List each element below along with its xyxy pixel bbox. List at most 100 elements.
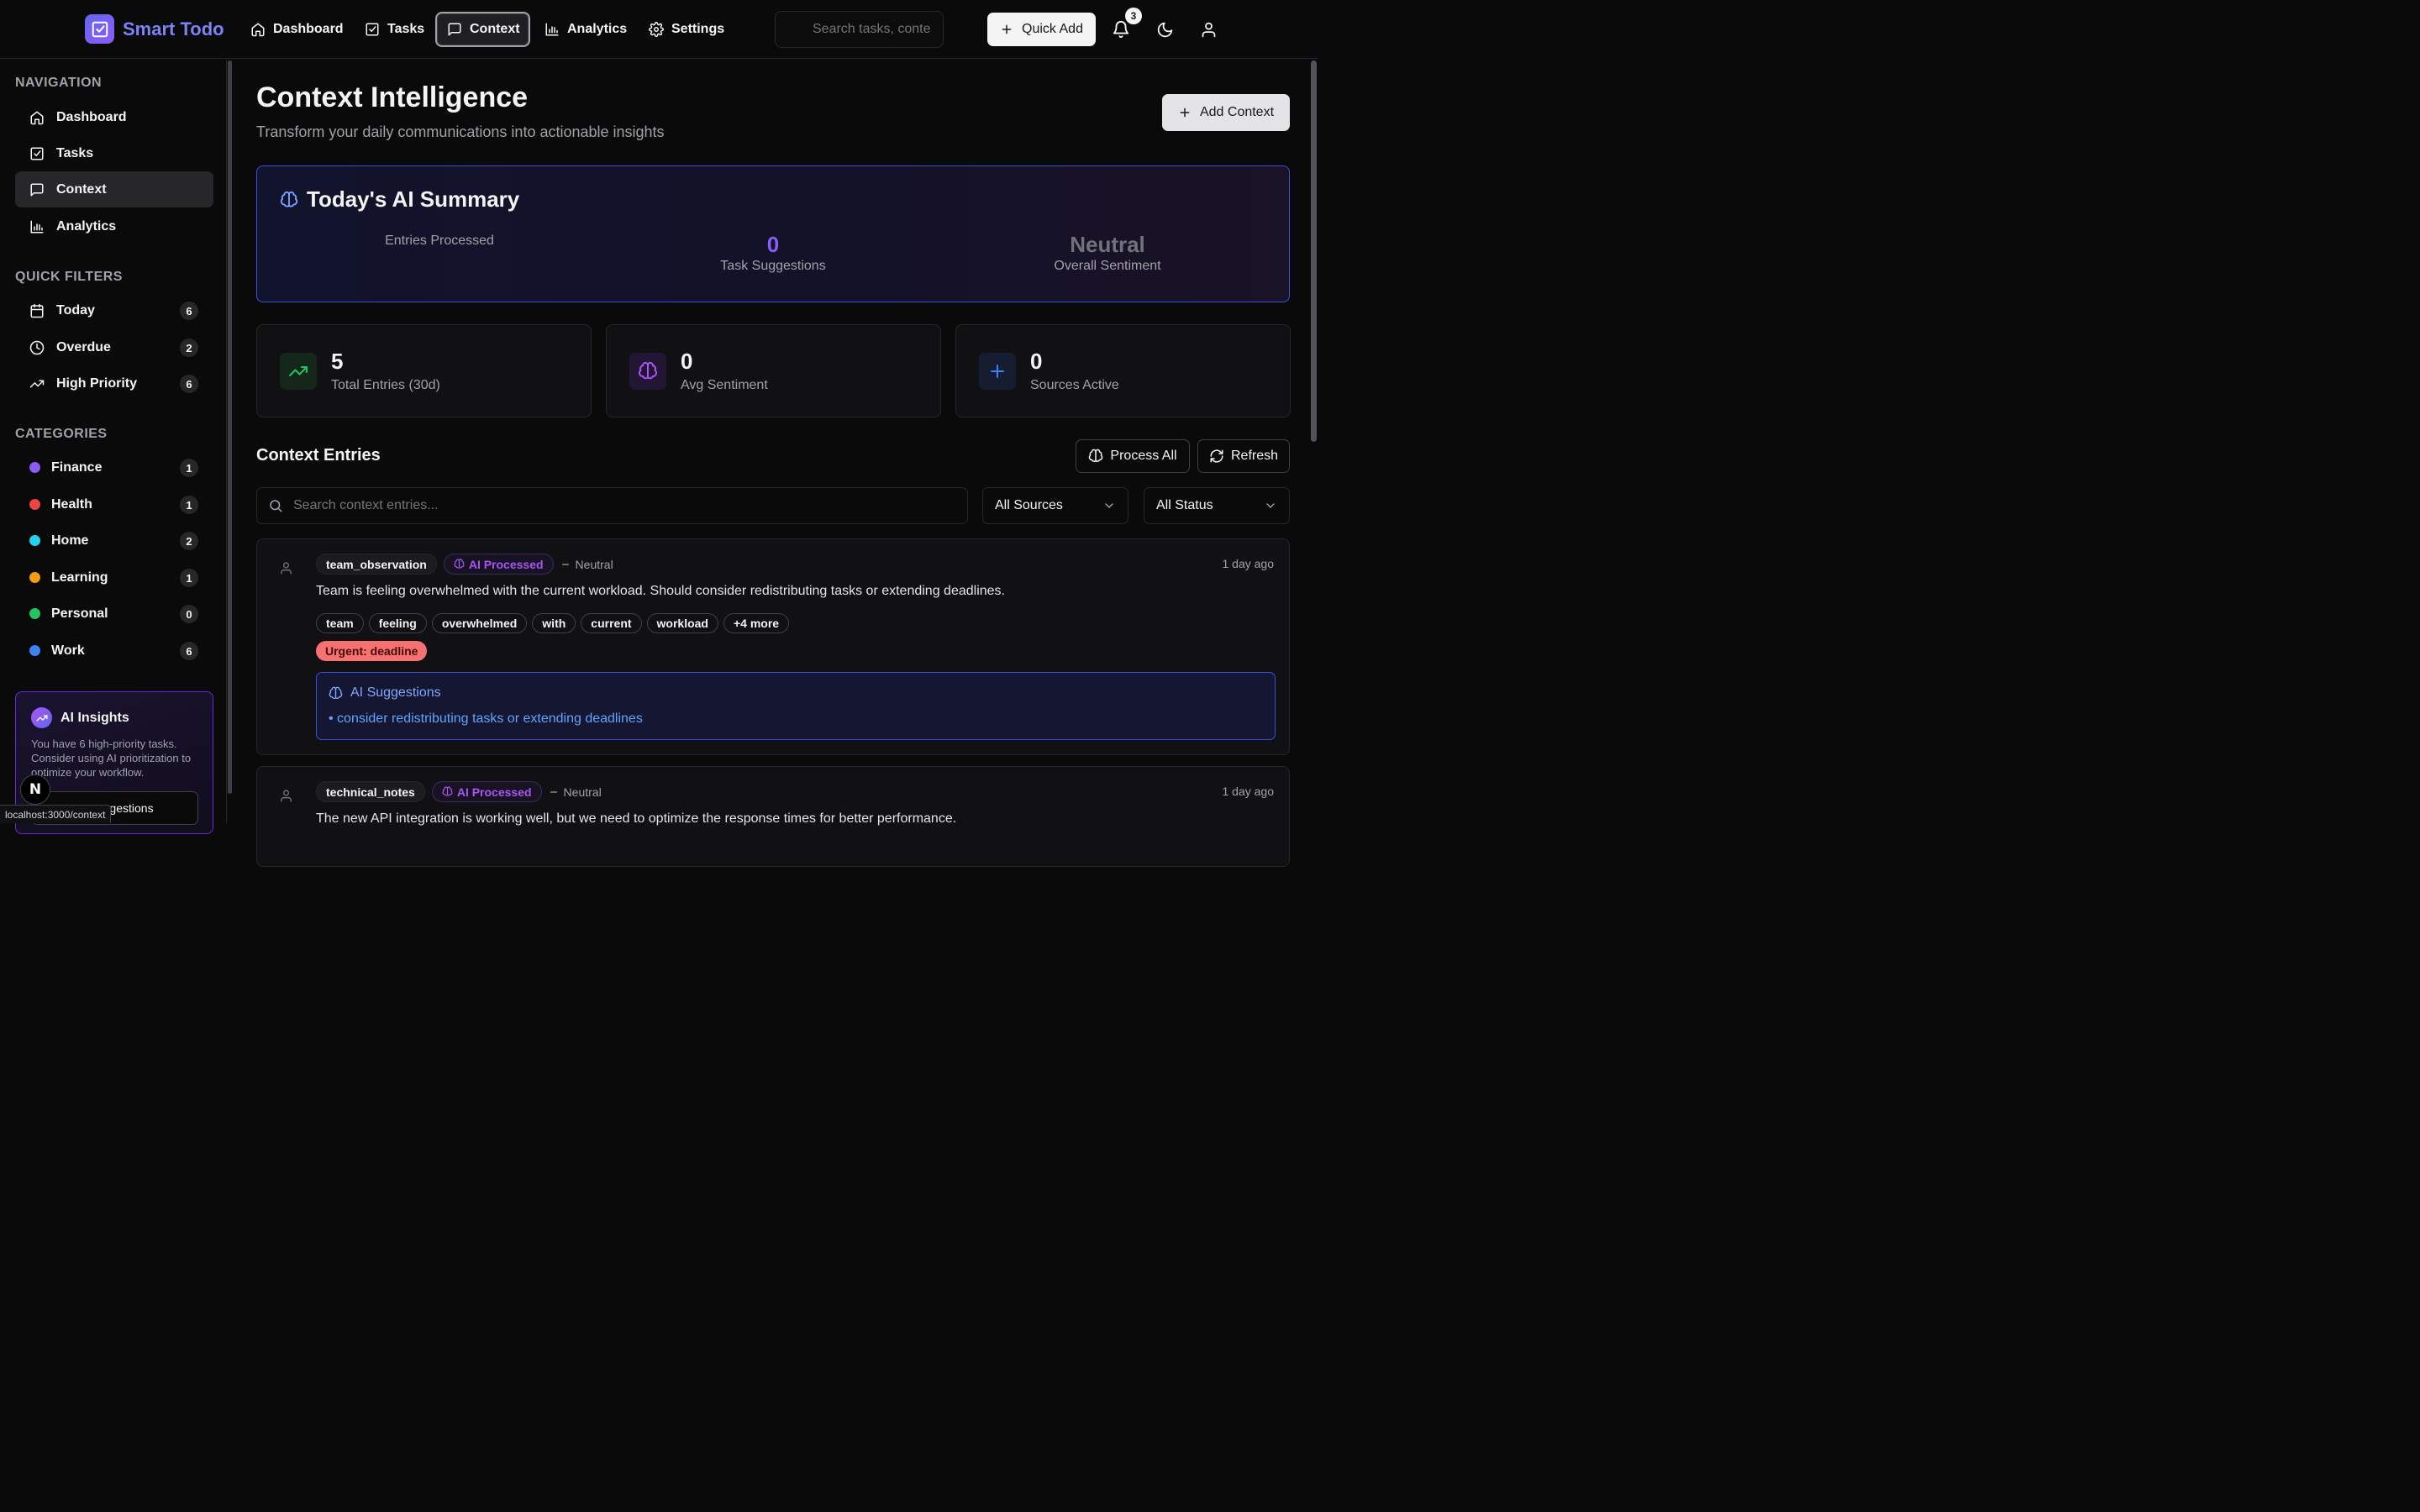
- page-title: Context Intelligence: [256, 81, 529, 113]
- context-search[interactable]: [256, 487, 968, 524]
- source-filter-select[interactable]: All Sources: [982, 487, 1128, 524]
- keyword-tag[interactable]: current: [581, 613, 642, 633]
- nav-context[interactable]: Context: [435, 12, 530, 47]
- plus-icon: [979, 353, 1016, 390]
- chevron-down-icon: [1264, 499, 1277, 512]
- user-menu-button[interactable]: [1194, 15, 1223, 44]
- sidebar-item-label: Analytics: [56, 218, 117, 234]
- nav-analytics[interactable]: Analytics: [534, 12, 637, 47]
- keyword-tag[interactable]: workload: [646, 613, 718, 633]
- minus-icon: [560, 559, 571, 570]
- sidebar-item-analytics[interactable]: Analytics: [15, 208, 213, 244]
- navigation-heading: NAVIGATION: [15, 76, 103, 90]
- context-entry[interactable]: technical_notes AI Processed Neutral 1 d…: [256, 766, 1290, 867]
- ai-processed-label: AI Processed: [468, 557, 544, 571]
- filter-overdue[interactable]: Overdue 2: [15, 329, 213, 365]
- keyword-tag[interactable]: overwhelmed: [431, 613, 528, 633]
- sidebar-scrollbar-thumb[interactable]: [228, 60, 232, 794]
- keyword-tag[interactable]: feeling: [368, 613, 427, 633]
- minus-icon: [549, 787, 559, 797]
- ai-suggestions-title: AI Suggestions: [350, 685, 441, 700]
- user-icon: [1200, 21, 1218, 39]
- nav-settings-label: Settings: [671, 22, 725, 36]
- nav-settings[interactable]: Settings: [639, 12, 734, 47]
- brain-icon: [329, 686, 343, 701]
- status-bar-url-overlay: localhost:3000/context: [0, 805, 112, 823]
- checkbox-logo-icon: [85, 14, 114, 44]
- sentiment-indicator: Neutral: [560, 558, 613, 571]
- category-home[interactable]: Home 2: [15, 522, 213, 559]
- filter-count: 6: [180, 375, 198, 393]
- summary-entries-processed: Entries Processed: [271, 234, 608, 276]
- add-context-label: Add Context: [1199, 105, 1275, 119]
- bar-chart-icon: [544, 22, 560, 37]
- filter-count: 6: [180, 302, 198, 320]
- brain-icon: [629, 353, 666, 390]
- nav-tasks[interactable]: Tasks: [355, 12, 434, 47]
- clock-icon: [29, 340, 45, 355]
- category-count: 0: [180, 605, 198, 623]
- filter-count: 2: [180, 339, 198, 357]
- sidebar-item-label: Context: [56, 181, 107, 197]
- status-filter-select[interactable]: All Status: [1144, 487, 1290, 524]
- process-all-button[interactable]: Process All: [1076, 439, 1190, 473]
- summary-value: Neutral: [1070, 232, 1145, 257]
- search-icon: [268, 498, 283, 513]
- nextjs-dev-badge-overlay[interactable]: N: [20, 774, 50, 805]
- category-count: 6: [180, 642, 198, 660]
- bar-chart-icon: [29, 219, 45, 234]
- quick-add-button[interactable]: Quick Add: [987, 13, 1096, 46]
- calendar-icon: [29, 303, 45, 318]
- more-tags-button[interactable]: +4 more: [723, 613, 790, 633]
- category-learning[interactable]: Learning 1: [15, 559, 213, 596]
- sidebar-item-dashboard[interactable]: Dashboard: [15, 99, 213, 135]
- source-chip: team_observation: [316, 554, 437, 575]
- category-dot: [29, 608, 40, 619]
- ai-suggestion-item[interactable]: • consider redistributing tasks or exten…: [329, 711, 643, 727]
- category-count: 1: [180, 459, 198, 477]
- main-scrollbar-thumb[interactable]: [1311, 60, 1317, 442]
- summary-task-suggestions: 0 Task Suggestions: [605, 232, 941, 274]
- category-personal[interactable]: Personal 0: [15, 596, 213, 632]
- add-context-button[interactable]: Add Context: [1162, 94, 1290, 131]
- category-health[interactable]: Health 1: [15, 486, 213, 522]
- user-icon: [279, 561, 293, 575]
- source-filter-value: All Sources: [995, 498, 1063, 512]
- context-entry[interactable]: team_observation AI Processed Neutral 1 …: [256, 538, 1290, 755]
- keyword-tag[interactable]: team: [316, 613, 364, 633]
- message-square-icon: [447, 22, 462, 37]
- stat-value: 0: [1030, 349, 1043, 374]
- nav-dashboard[interactable]: Dashboard: [240, 12, 354, 47]
- categories-heading: CATEGORIES: [15, 427, 108, 441]
- sidebar-item-context[interactable]: Context: [15, 171, 213, 207]
- summary-value: [271, 249, 608, 276]
- keyword-tag[interactable]: with: [532, 613, 576, 633]
- category-work[interactable]: Work 6: [15, 633, 213, 669]
- filter-today[interactable]: Today 6: [15, 292, 213, 328]
- source-chip: technical_notes: [316, 781, 425, 802]
- category-label: Home: [51, 533, 89, 548]
- global-search-input[interactable]: [775, 11, 944, 48]
- quick-add-label: Quick Add: [1022, 22, 1083, 36]
- plus-icon: [1000, 23, 1013, 36]
- brain-icon: [280, 191, 298, 209]
- context-search-input[interactable]: [293, 488, 957, 523]
- category-finance[interactable]: Finance 1: [15, 449, 213, 486]
- notification-count-badge: 3: [1125, 8, 1142, 24]
- sidebar-item-tasks[interactable]: Tasks: [15, 135, 213, 171]
- stat-label: Avg Sentiment: [681, 378, 768, 392]
- ai-processed-badge: AI Processed: [431, 781, 542, 802]
- ai-summary-card: Today's AI Summary Entries Processed 0 T…: [256, 165, 1290, 302]
- refresh-button[interactable]: Refresh: [1197, 439, 1290, 473]
- checkbox-icon: [365, 22, 380, 37]
- stat-value: 0: [681, 349, 693, 374]
- brand[interactable]: Smart Todo: [85, 14, 224, 44]
- category-count: 2: [180, 532, 198, 550]
- category-label: Personal: [51, 606, 108, 621]
- category-dot: [29, 572, 40, 583]
- ai-insights-text: You have 6 high-priority tasks. Consider…: [31, 738, 192, 779]
- summary-label: Overall Sentiment: [1054, 259, 1161, 273]
- category-dot: [29, 499, 40, 510]
- theme-toggle-button[interactable]: [1150, 15, 1179, 44]
- filter-high-priority[interactable]: High Priority 6: [15, 365, 213, 402]
